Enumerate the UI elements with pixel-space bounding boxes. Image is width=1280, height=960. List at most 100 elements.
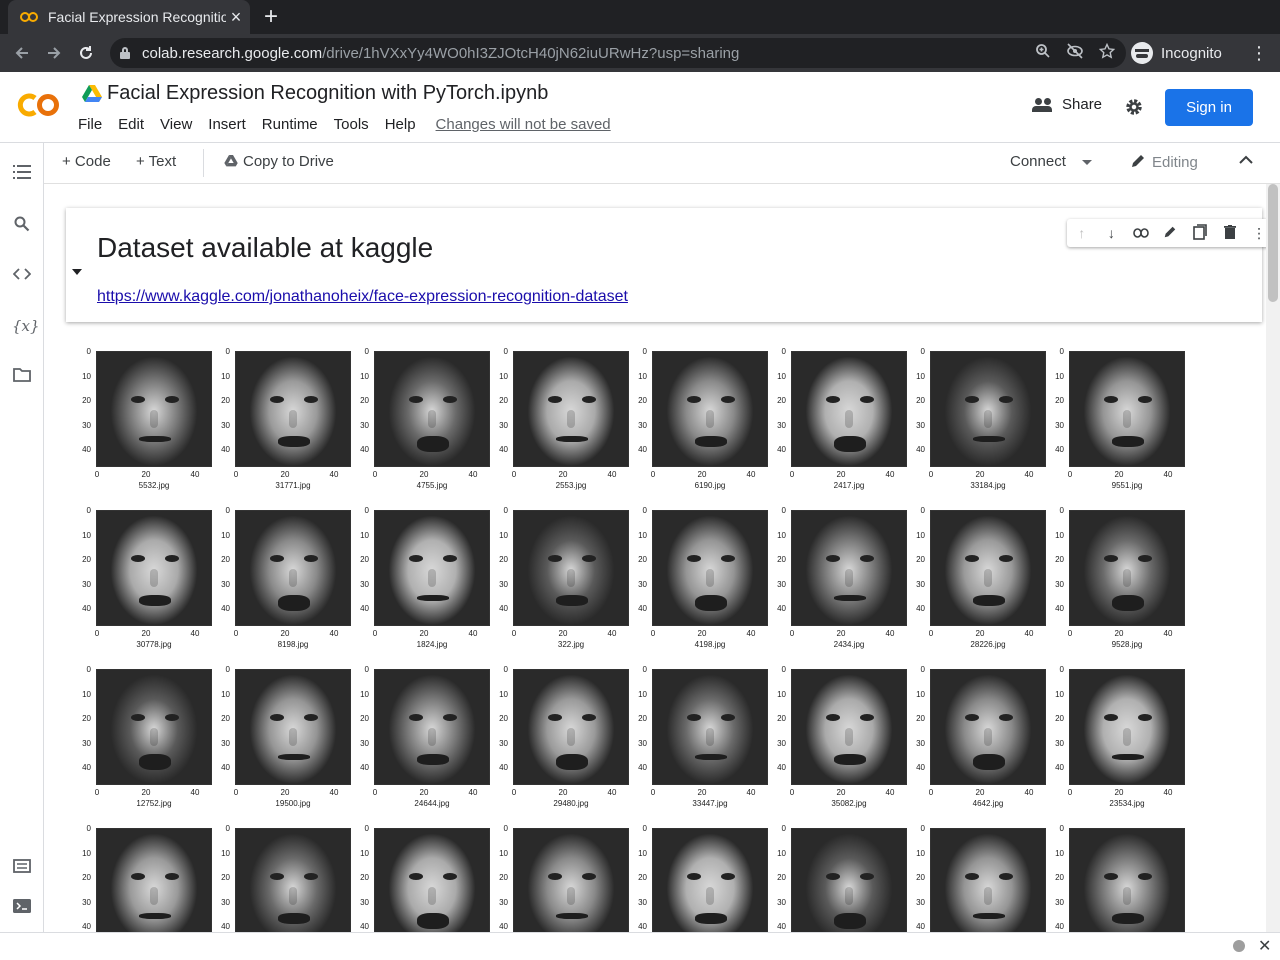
connect-button[interactable]: Connect [1010,153,1066,170]
incognito-profile[interactable]: Incognito [1131,39,1222,67]
face-image-plot: 0 10 20 30 40 0 20 40 2417.jpg [739,339,907,490]
menu-file[interactable]: File [78,116,102,133]
x-tick-label: 0 [650,788,656,797]
y-tick-label: 40 [360,922,369,931]
y-tick-label: 0 [1059,665,1064,674]
drive-icon[interactable] [82,85,102,103]
new-tab-button[interactable]: + [259,4,283,30]
face-image-plot: 0 10 20 30 40 0 20 40 5532.jpg [44,339,212,490]
y-tick-label: 10 [221,848,230,858]
y-tick-label: 0 [503,665,508,674]
y-tick-label: 40 [1055,922,1064,931]
y-tick-label: 0 [1059,506,1064,515]
menu-insert[interactable]: Insert [208,116,246,133]
menu-view[interactable]: View [160,116,192,133]
edit-icon[interactable] [1160,225,1180,242]
connect-dropdown-icon[interactable] [1082,160,1092,165]
kebab-icon[interactable]: ⋮ [1250,42,1268,64]
face-image-plot: 0 10 20 30 40 0 20 40 4642.jpg [878,657,1046,808]
menu-tools[interactable]: Tools [334,116,369,133]
y-tick-label: 0 [920,506,925,515]
cell-heading: Dataset available at kaggle [97,232,434,263]
y-tick-label: 0 [364,347,369,356]
zoom-icon[interactable] [1034,43,1052,63]
x-tick-label: 20 [975,788,985,797]
x-tick-label: 20 [697,470,707,479]
terminal-icon[interactable] [12,899,32,919]
text-cell[interactable]: Dataset available at kaggle https://www.… [66,208,1274,322]
move-down-icon[interactable]: ↓ [1101,225,1121,241]
address-bar[interactable]: colab.research.google.com/drive/1hVXxYy4… [110,38,1126,68]
y-tick-label: 40 [916,604,925,613]
y-tick-label: 20 [360,396,369,405]
back-icon[interactable] [8,39,36,67]
y-tick-label: 20 [499,714,508,723]
y-tick-label: 10 [360,848,369,858]
add-code-button[interactable]: + Code [62,153,111,170]
scrollbar[interactable] [1266,184,1280,932]
x-tick-label: 0 [511,470,517,479]
files-icon[interactable] [12,368,32,388]
y-tick-label: 40 [360,604,369,613]
settings-gear-icon[interactable] [1124,97,1144,121]
y-tick-label: 40 [638,604,647,613]
browser-tabstrip: Facial Expression Recognition with PyTor… [0,0,1280,34]
mirror-cell-icon[interactable] [1190,223,1210,243]
y-tick-label: 10 [499,689,508,699]
search-icon[interactable] [12,216,32,236]
x-tick-label: 20 [141,470,151,479]
reload-icon[interactable] [72,39,100,67]
x-tick-label: 20 [558,470,568,479]
kaggle-dataset-link[interactable]: https://www.kaggle.com/jonathanoheix/fac… [97,288,628,306]
editing-label: Editing [1152,154,1198,171]
share-button[interactable]: Share [1032,96,1102,113]
y-tick-label: 20 [916,714,925,723]
browser-tab[interactable]: Facial Expression Recognition with PyTor… [8,0,250,34]
scrollbar-thumb[interactable] [1268,184,1278,302]
star-icon[interactable] [1098,42,1116,63]
y-tick-label: 20 [638,555,647,564]
y-tick-label: 30 [777,420,786,430]
y-tick-label: 30 [360,897,369,907]
sign-in-button[interactable]: Sign in [1165,89,1253,126]
y-tick-label: 20 [916,396,925,405]
y-tick-label: 30 [82,897,91,907]
link-icon[interactable] [1131,225,1151,241]
y-tick-label: 10 [360,689,369,699]
unsaved-notice-link[interactable]: Changes will not be saved [436,116,611,133]
collapse-header-icon[interactable] [1239,152,1253,170]
x-tick-label: 40 [1163,470,1173,479]
add-text-button[interactable]: + Text [136,153,176,170]
y-tick-label: 0 [364,824,369,833]
move-up-icon[interactable]: ↑ [1072,225,1092,241]
y-tick-label: 30 [221,579,230,589]
y-tick-label: 30 [638,738,647,748]
delete-icon[interactable] [1220,224,1240,242]
variables-icon[interactable]: {x} [12,316,40,336]
colab-logo-icon[interactable] [16,90,62,120]
y-tick-label: 30 [916,420,925,430]
browser-toolbar: colab.research.google.com/drive/1hVXxYy4… [0,34,1280,72]
y-tick-label: 10 [499,530,508,540]
face-image [1069,510,1185,626]
section-collapse-icon[interactable] [72,269,82,275]
y-tick-label: 0 [1059,824,1064,833]
face-image-plot: 0 10 20 30 40 0 20 40 12752.jpg [44,657,212,808]
menu-edit[interactable]: Edit [118,116,144,133]
y-tick-label: 20 [499,873,508,882]
eye-off-icon[interactable] [1066,43,1084,63]
menu-runtime[interactable]: Runtime [262,116,318,133]
close-status-icon[interactable]: ✕ [1258,936,1271,956]
code-snippets-icon[interactable] [12,266,32,286]
copy-to-drive-button[interactable]: Copy to Drive [224,153,334,170]
command-palette-icon[interactable] [12,859,32,879]
y-tick-label: 40 [499,922,508,931]
y-tick-label: 30 [360,420,369,430]
forward-icon[interactable] [40,39,68,67]
notebook-title[interactable]: Facial Expression Recognition with PyTor… [107,82,548,105]
editing-mode-button[interactable]: Editing [1130,153,1198,171]
tab-close-icon[interactable]: × [226,7,246,28]
x-tick-label: 0 [1067,629,1073,638]
toc-icon[interactable] [12,165,32,185]
menu-help[interactable]: Help [385,116,416,133]
